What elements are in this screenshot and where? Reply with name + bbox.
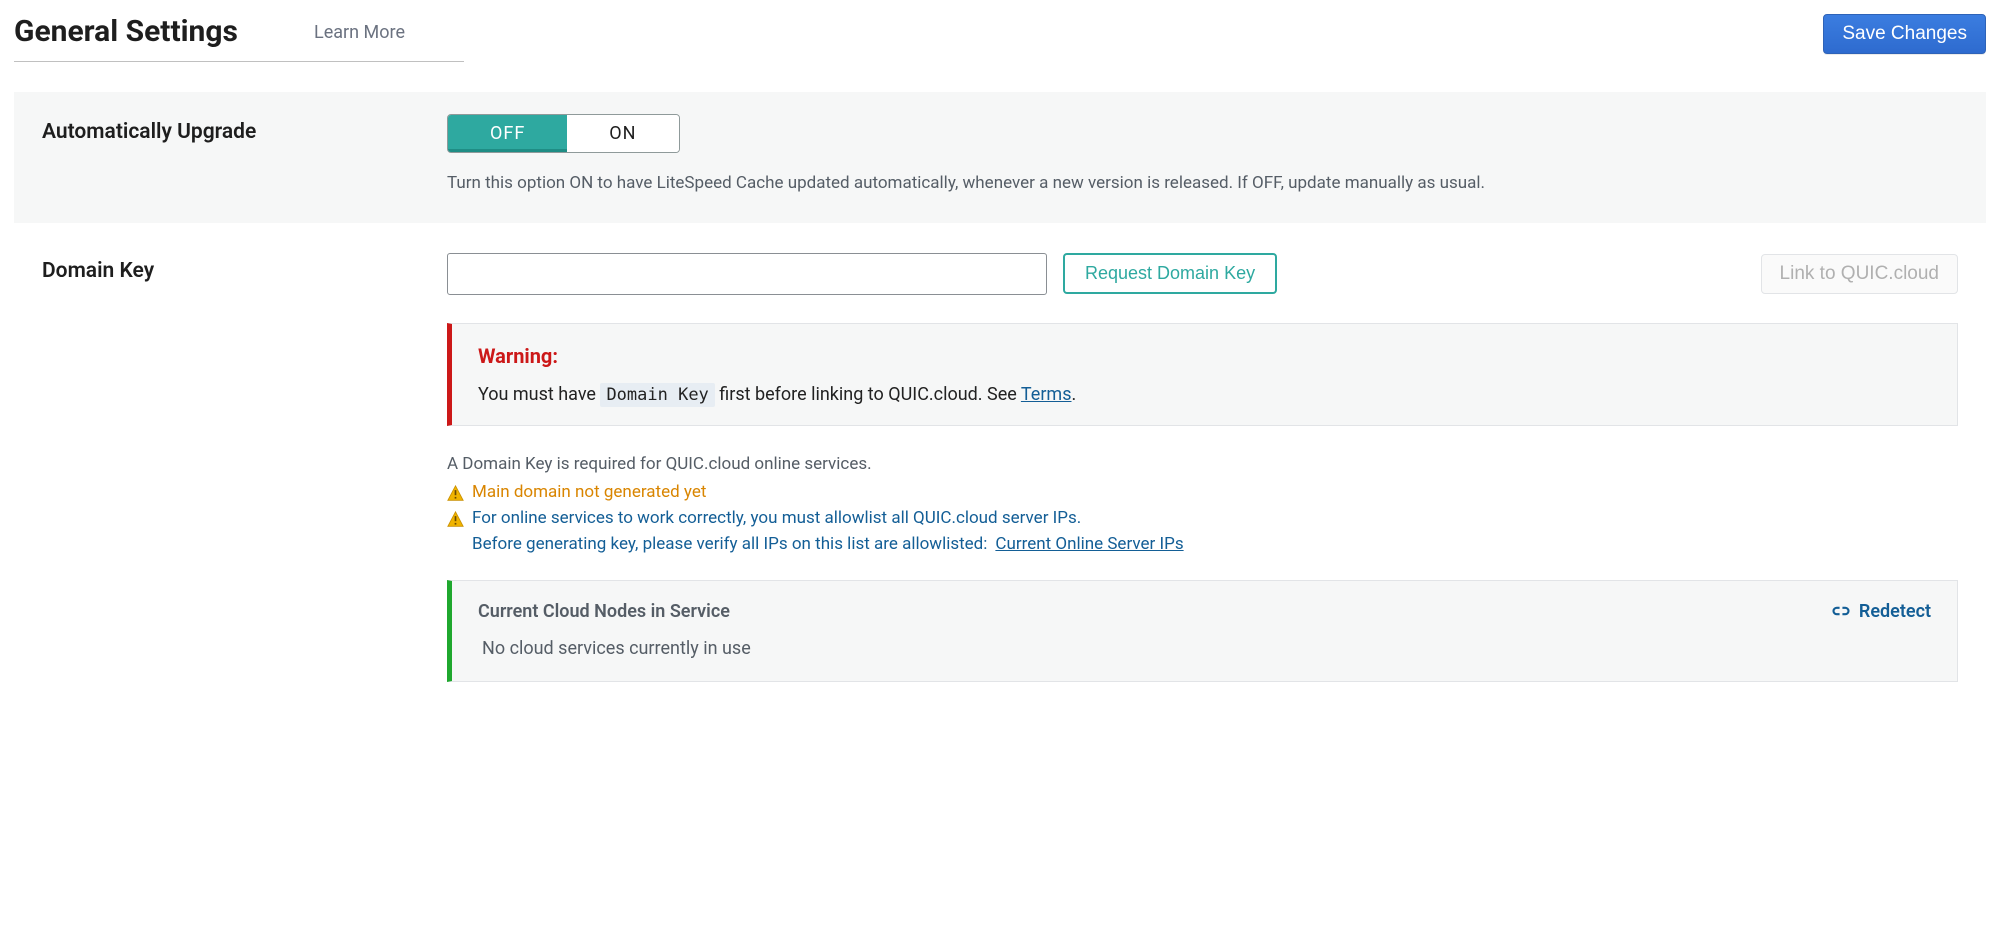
cloud-nodes-header: Current Cloud Nodes in Service Redetect	[478, 601, 1931, 622]
auto-upgrade-panel: Automatically Upgrade OFF ON Turn this o…	[14, 92, 1986, 223]
domain-key-section: Domain Key Request Domain Key Link to QU…	[14, 237, 1986, 690]
learn-more-link[interactable]: Learn More	[314, 22, 405, 43]
request-domain-key-button[interactable]: Request Domain Key	[1063, 253, 1277, 294]
warn-verify-ips: Before generating key, please verify all…	[472, 534, 1958, 554]
warn1-text: Main domain not generated yet	[472, 482, 706, 502]
auto-upgrade-toggle[interactable]: OFF ON	[447, 114, 680, 153]
cloud-nodes-empty: No cloud services currently in use	[478, 638, 1931, 659]
link-to-quic-cloud-button[interactable]: Link to QUIC.cloud	[1761, 254, 1958, 294]
domain-key-controls: Request Domain Key Link to QUIC.cloud	[447, 253, 1958, 295]
domain-key-hint: A Domain Key is required for QUIC.cloud …	[447, 454, 1958, 474]
warning-code-chip: Domain Key	[600, 383, 714, 407]
toggle-on[interactable]: ON	[567, 115, 678, 152]
cloud-nodes-title: Current Cloud Nodes in Service	[478, 601, 730, 622]
warning-box: Warning: You must have Domain Key first …	[447, 323, 1958, 426]
warning-icon	[447, 485, 464, 502]
auto-upgrade-desc: Turn this option ON to have LiteSpeed Ca…	[447, 171, 1958, 197]
page-title-wrap: General Settings Learn More	[14, 14, 464, 62]
domain-key-input[interactable]	[447, 253, 1047, 295]
save-changes-button[interactable]: Save Changes	[1823, 14, 1986, 54]
redetect-label: Redetect	[1859, 601, 1931, 622]
redetect-button[interactable]: Redetect	[1831, 601, 1931, 622]
page-title: General Settings	[14, 14, 238, 49]
page-header: General Settings Learn More Save Changes	[14, 14, 1986, 62]
warning-icon	[447, 511, 464, 528]
warn-allowlist: For online services to work correctly, y…	[447, 508, 1958, 528]
warn2-text: For online services to work correctly, y…	[472, 508, 1081, 528]
terms-link[interactable]: Terms	[1021, 384, 1072, 405]
warning-period: .	[1072, 384, 1077, 405]
current-online-server-ips-link[interactable]: Current Online Server IPs	[995, 534, 1183, 554]
toggle-off[interactable]: OFF	[448, 115, 567, 152]
auto-upgrade-label: Automatically Upgrade	[42, 114, 447, 144]
warning-title: Warning:	[478, 344, 1931, 368]
link-icon	[1831, 604, 1851, 618]
warning-pre: You must have	[478, 384, 600, 405]
domain-key-label: Domain Key	[42, 253, 447, 283]
warning-text: You must have Domain Key first before li…	[478, 384, 1931, 405]
warn3-pre: Before generating key, please verify all…	[472, 534, 987, 554]
warning-post: first before linking to QUIC.cloud. See	[715, 384, 1021, 405]
cloud-nodes-box: Current Cloud Nodes in Service Redetect …	[447, 580, 1958, 682]
warn-domain-not-generated: Main domain not generated yet	[447, 482, 1958, 502]
